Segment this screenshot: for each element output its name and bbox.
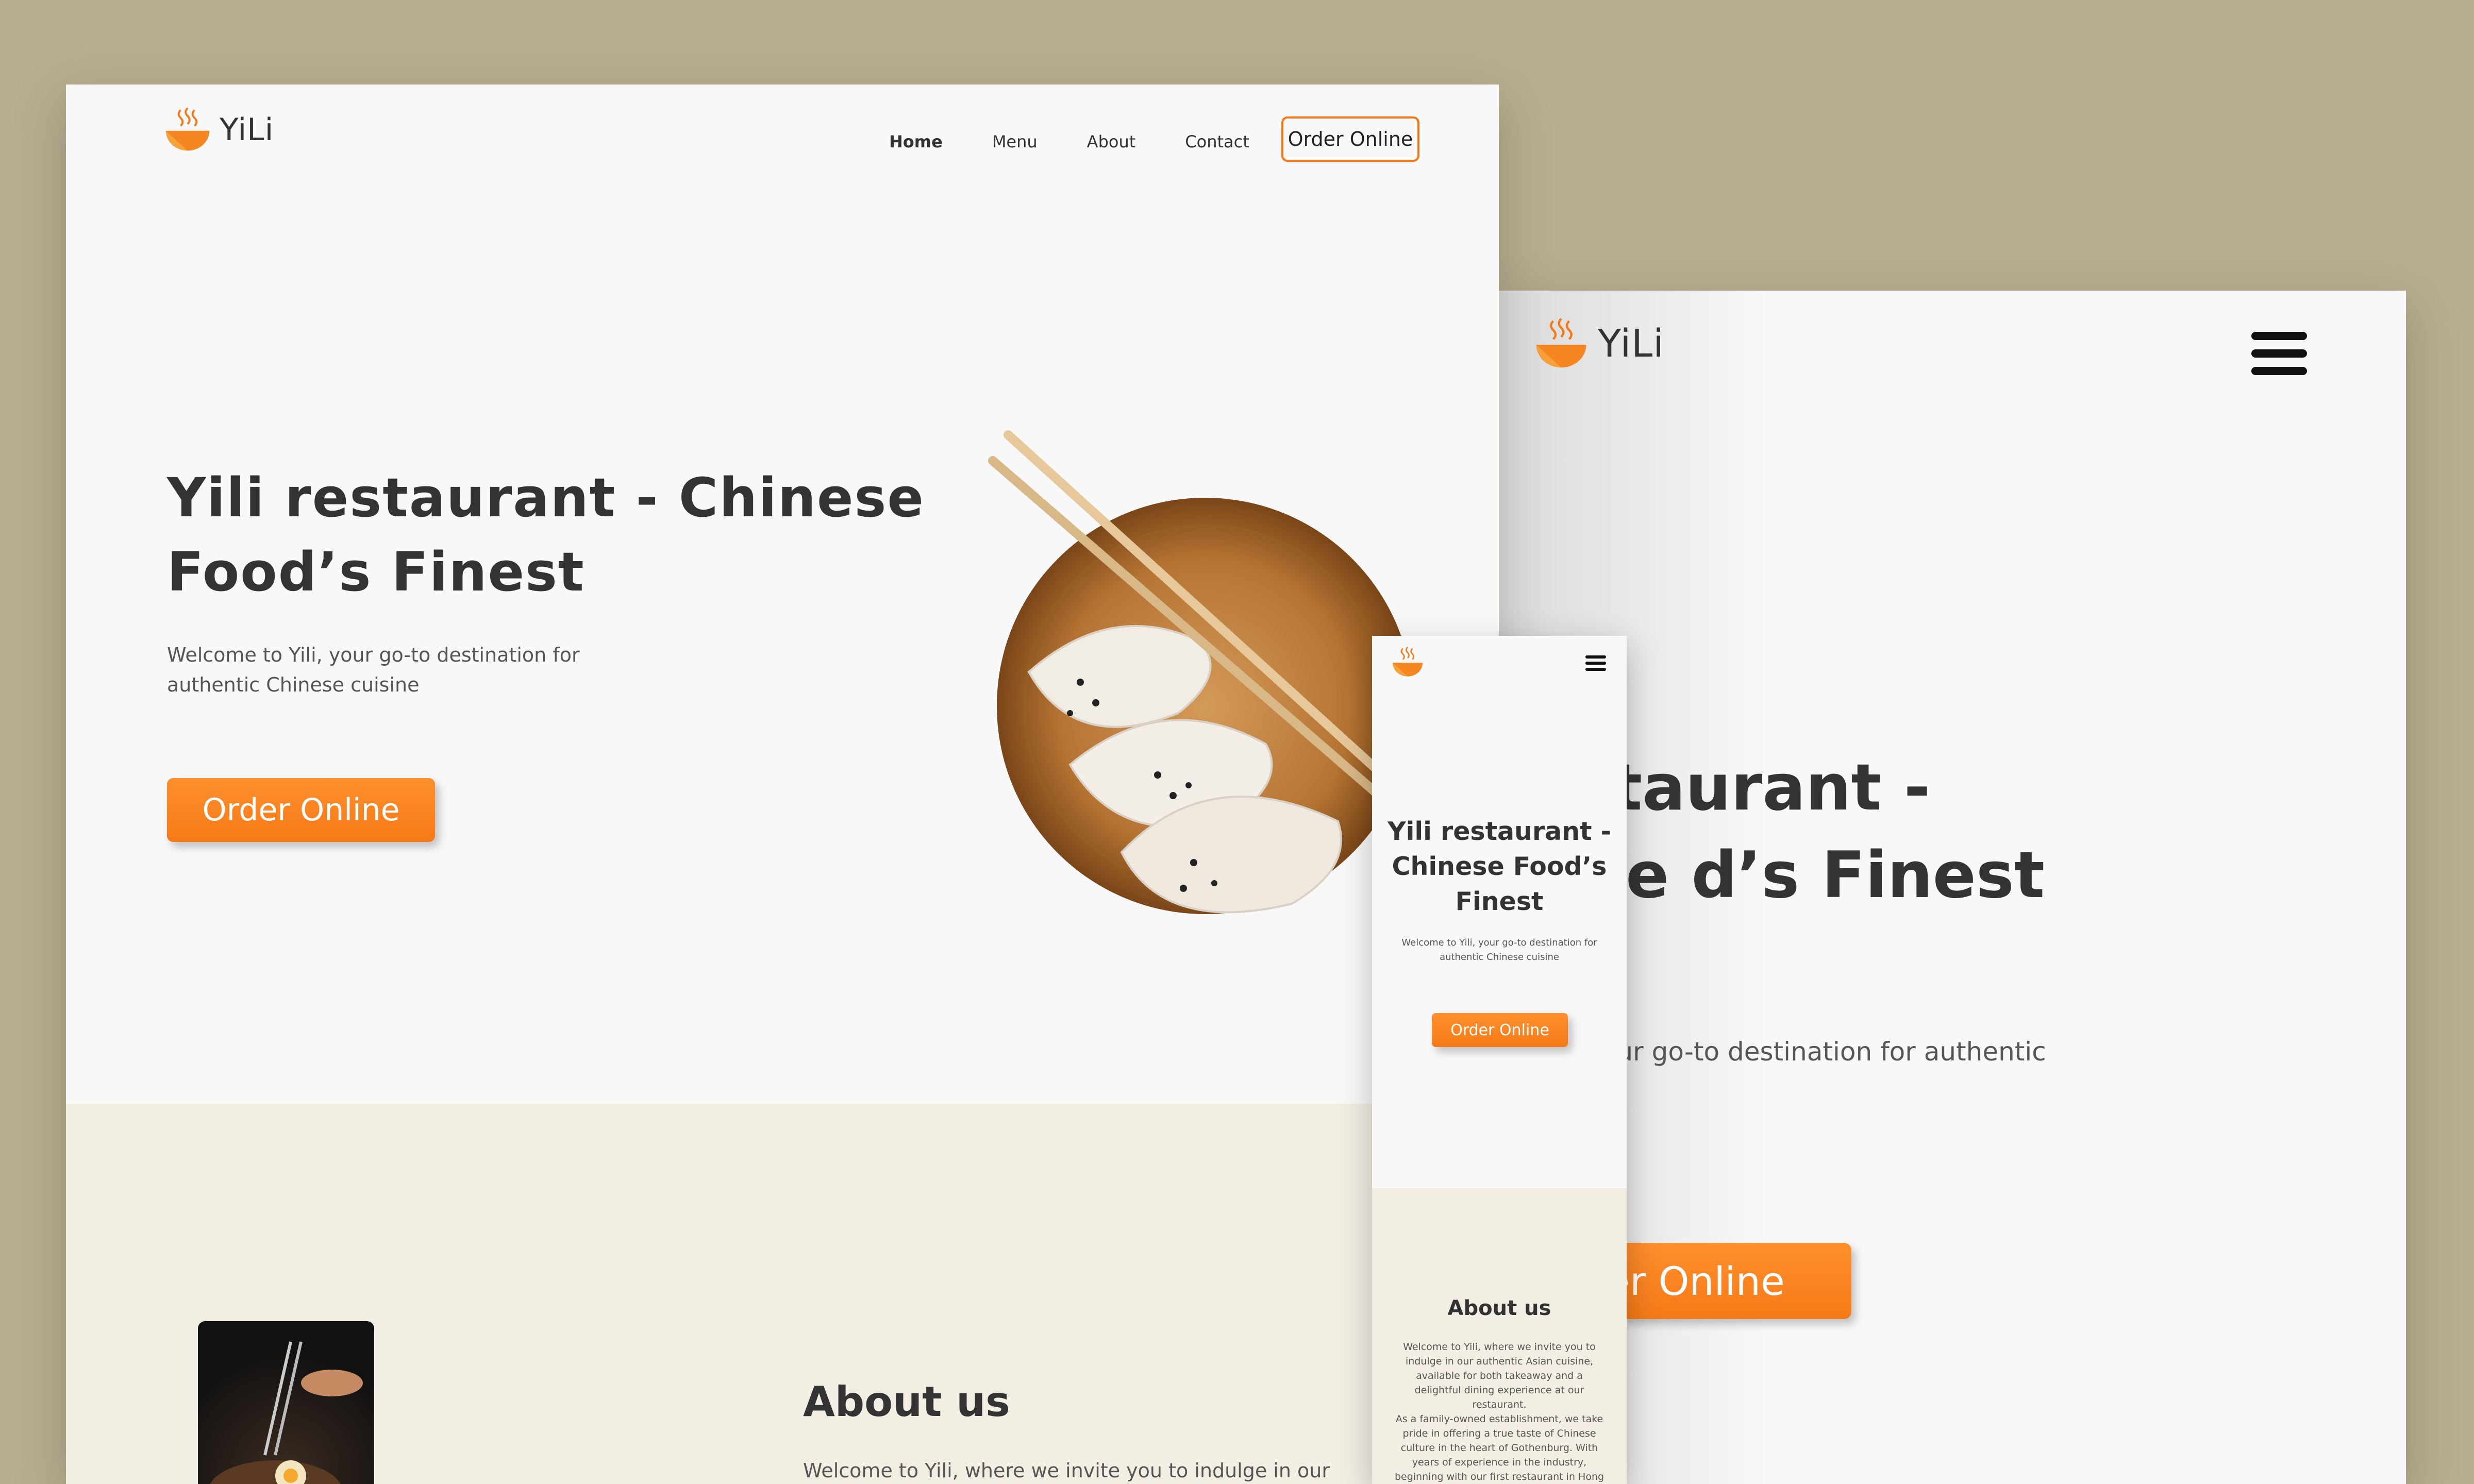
logo[interactable]: YiLi [163, 105, 274, 155]
hamburger-menu-icon[interactable] [2251, 332, 2307, 375]
order-online-button[interactable]: Order Online [167, 778, 435, 842]
nav-order-online-button[interactable]: Order Online [1281, 116, 1419, 162]
about-paragraph-2: As a family-owned establishment, we take… [1394, 1413, 1604, 1482]
mobile-mockup: Yili restaurant - Chinese Food’s Finest … [1372, 636, 1627, 1484]
order-online-button[interactable]: Order Online [1432, 1013, 1568, 1047]
about-text: Welcome to Yili, where we invite you to … [803, 1459, 1330, 1482]
hero-subtitle: Welcome to Yili, your go-to destination … [167, 644, 580, 696]
food-photo [198, 1321, 374, 1484]
desktop-mockup: YiLi Home Menu About Contact Order Onlin… [66, 85, 1499, 1484]
main-nav: Home Menu About Contact [889, 132, 1299, 151]
nav-contact[interactable]: Contact [1185, 132, 1249, 151]
about-title: About us [803, 1378, 1010, 1426]
nav-about[interactable]: About [1087, 132, 1136, 151]
steaming-bowl-icon [1392, 647, 1423, 677]
logo[interactable]: YiLi [1533, 315, 1664, 372]
nav-menu[interactable]: Menu [992, 132, 1038, 151]
steaming-bowl-icon [1536, 318, 1586, 368]
nav-home[interactable]: Home [889, 132, 943, 151]
hamburger-menu-icon[interactable] [1585, 655, 1606, 671]
logo-text: YiLi [1598, 322, 1664, 366]
noodle-bowl-image [210, 1341, 363, 1484]
hero-title: Yili restaurant - Chinese Food’s Finest [1388, 817, 1611, 916]
steaming-bowl-icon [165, 107, 210, 151]
logo[interactable] [1391, 645, 1425, 679]
about-title: About us [1447, 1296, 1551, 1320]
about-paragraph-1: Welcome to Yili, where we invite you to … [1403, 1341, 1596, 1410]
hero-subtitle: Welcome to Yili, your go-to destination … [1401, 937, 1597, 963]
tablet-mockup: YiLi restaurant - nese d’s Finest to Yil… [1499, 291, 2406, 1484]
hero-title: Yili restaurant - Chinese Food’s Finest [167, 466, 925, 603]
logo-text: YiLi [220, 112, 274, 148]
